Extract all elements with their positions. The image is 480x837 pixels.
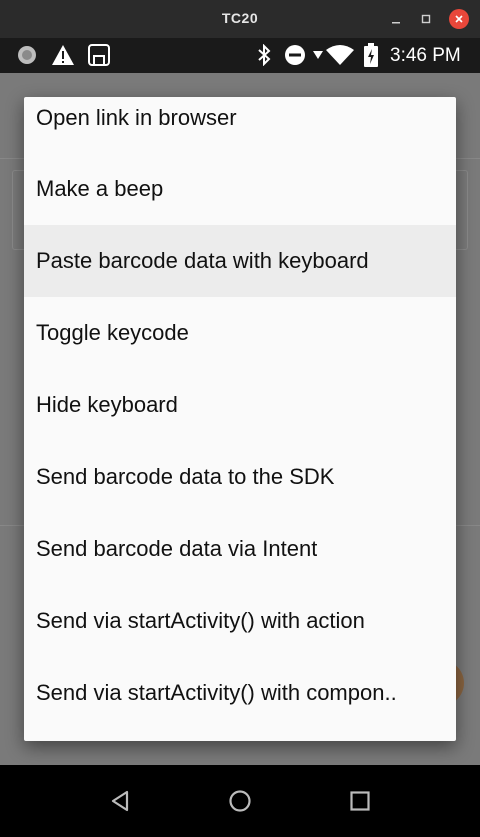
menu-item-start-activity-action[interactable]: Send via startActivity() with action [24, 585, 456, 657]
menu-item-label: Hide keyboard [36, 392, 178, 417]
do-not-disturb-icon [283, 44, 306, 66]
signal-dropdown-icon [313, 44, 323, 66]
bluetooth-icon [255, 44, 273, 66]
menu-item-send-sdk[interactable]: Send barcode data to the SDK [24, 441, 456, 513]
warning-icon [51, 44, 75, 66]
menu-item-label: Open link in browser [36, 105, 237, 130]
home-icon[interactable] [228, 789, 252, 813]
back-icon[interactable] [108, 789, 132, 813]
sd-card-icon [87, 44, 111, 66]
menu-item-make-beep[interactable]: Make a beep [24, 153, 456, 225]
wifi-icon [325, 44, 355, 66]
menu-item-paste-keyboard[interactable]: Paste barcode data with keyboard [24, 225, 456, 297]
menu-item-toggle-keycode[interactable]: Toggle keycode [24, 297, 456, 369]
menu-item-label: Send via startActivity() with compon.. [36, 680, 397, 705]
maximize-icon[interactable] [416, 9, 436, 29]
window-title: TC20 [221, 10, 259, 26]
close-icon[interactable] [449, 9, 469, 29]
menu-item-send-intent[interactable]: Send barcode data via Intent [24, 513, 456, 585]
menu-item-label: Send via startActivity() with action [36, 608, 365, 633]
sync-icon [16, 44, 38, 66]
menu-item-start-activity-component[interactable]: Send via startActivity() with compon.. [24, 657, 456, 729]
status-time: 3:46 PM [390, 45, 461, 66]
battery-charging-icon [363, 43, 379, 67]
menu-item-hide-keyboard[interactable]: Hide keyboard [24, 369, 456, 441]
menu-item-label: Paste barcode data with keyboard [36, 248, 369, 273]
status-bar: 3:46 PM [0, 38, 480, 73]
recents-icon[interactable] [348, 789, 372, 813]
menu-item-label: Send barcode data via Intent [36, 536, 318, 561]
navigation-bar [0, 765, 480, 837]
window-titlebar: TC20 [0, 0, 480, 38]
menu-item-label: Send barcode data to the SDK [36, 464, 335, 489]
action-menu: Open link in browser Make a beep Paste b… [24, 97, 456, 741]
menu-item-label: Toggle keycode [36, 320, 189, 345]
minimize-icon[interactable] [386, 9, 406, 29]
menu-item-label: Make a beep [36, 176, 164, 201]
menu-item-open-link[interactable]: Open link in browser [24, 97, 456, 153]
